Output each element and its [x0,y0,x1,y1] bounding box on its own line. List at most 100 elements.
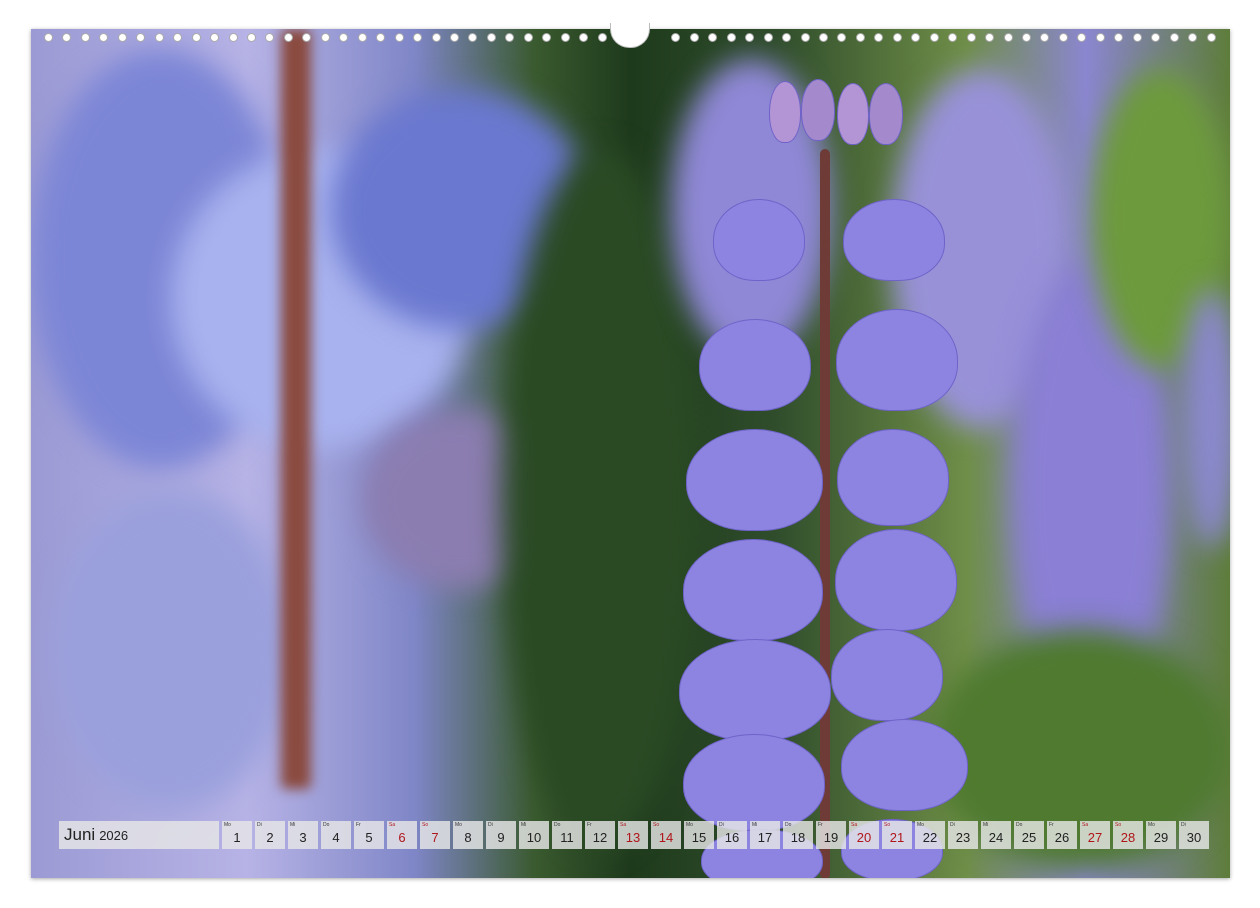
binding-hole [800,32,810,42]
day-number: 20 [856,830,872,845]
day-cell: Mo 15 [684,821,714,849]
weekday-label: Sa [851,822,858,828]
lupine-flower [713,199,805,281]
day-number: 19 [823,830,839,845]
binding-hole [1095,32,1105,42]
day-number: 25 [1021,830,1037,845]
lupine-bud [869,83,903,145]
binding-hole [486,32,496,42]
weekday-label: Sa [389,822,396,828]
day-number: 30 [1186,830,1202,845]
day-cell: So 7 [420,821,450,849]
binding-hole [210,32,220,42]
weekday-label: Mi [521,822,527,828]
weekday-label: Mi [752,822,758,828]
binding-hole [173,32,183,42]
day-cell: Do 4 [321,821,351,849]
binding-hole [1206,32,1216,42]
weekday-label: Do [554,822,561,828]
binding-hole [1040,32,1050,42]
binding-hole [1003,32,1013,42]
binding-hole [1151,32,1161,42]
weekday-label: So [884,822,891,828]
bokeh-blob [51,489,291,809]
weekday-label: Do [323,822,330,828]
weekday-label: Mo [686,822,693,828]
binding-hole [1169,32,1179,42]
day-cell: Sa 27 [1080,821,1110,849]
day-number: 13 [625,830,641,845]
weekday-label: Do [1016,822,1023,828]
month-year: 2026 [99,827,129,843]
weekday-label: Mi [983,822,989,828]
day-cell: Do 25 [1014,821,1044,849]
day-number: 16 [724,830,740,845]
day-number: 5 [365,830,373,845]
day-cell: Do 18 [783,821,813,849]
day-number: 8 [464,830,472,845]
lupine-bud [837,83,869,145]
day-cell: Fr 5 [354,821,384,849]
weekday-label: Di [1181,822,1186,828]
day-number: 29 [1153,830,1169,845]
binding-hole [726,32,736,42]
weekday-label: Mi [290,822,296,828]
lupine-flower [686,429,823,531]
weekday-label: Di [488,822,493,828]
day-cell: Mi 17 [750,821,780,849]
binding-hole [357,32,367,42]
day-cell: Mi 24 [981,821,1011,849]
weekday-label: Fr [1049,822,1054,828]
weekday-label: Di [950,822,955,828]
lupine-flower [843,199,945,281]
calendar-photo [31,29,1230,878]
month-label: Juni 2026 [59,821,219,849]
binding-hole [431,32,441,42]
weekday-label: So [422,822,429,828]
weekday-label: Mo [224,822,231,828]
day-number: 21 [889,830,905,845]
lupine-flower [841,719,968,811]
day-number: 27 [1087,830,1103,845]
binding-hole [892,32,902,42]
day-cell: Mo 8 [453,821,483,849]
binding-hole [708,32,718,42]
binding-hole [671,32,681,42]
binding-hole [985,32,995,42]
day-cell: Di 9 [486,821,516,849]
lupine-flower [679,639,831,741]
day-cell: Do 11 [552,821,582,849]
day-cell: Fr 12 [585,821,615,849]
day-number: 28 [1120,830,1136,845]
weekday-label: Mo [455,822,462,828]
day-number: 2 [266,830,274,845]
binding-hole [560,32,570,42]
binding-hole [837,32,847,42]
month-name: Juni [64,825,96,844]
binding-hole [819,32,829,42]
day-number: 15 [691,830,707,845]
binding-hole [782,32,792,42]
lupine-flower [699,319,811,411]
day-number: 7 [431,830,439,845]
lupine-flower [683,539,823,641]
day-cell: Sa 13 [618,821,648,849]
lupine-flower [837,429,949,526]
binding-hole [320,32,330,42]
blurred-stem [281,29,311,789]
calendar-day-strip: Juni 2026 Mo 1 Di 2 Mi 3 Do 4 Fr 5 Sa 6 So 7 Mo 8 Di 9 Mi 1… [59,821,1209,849]
binding-hole [855,32,865,42]
binding-hole [468,32,478,42]
weekday-label: Fr [587,822,592,828]
binding-hole [228,32,238,42]
binding-hole [874,32,884,42]
binding-hole [99,32,109,42]
binding-hole [117,32,127,42]
day-cell: Di 23 [948,821,978,849]
lupine-flower [835,529,957,631]
binding-hole [449,32,459,42]
weekday-label: Mo [1148,822,1155,828]
binding-hole [394,32,404,42]
weekday-label: So [1115,822,1122,828]
weekday-label: Mo [917,822,924,828]
